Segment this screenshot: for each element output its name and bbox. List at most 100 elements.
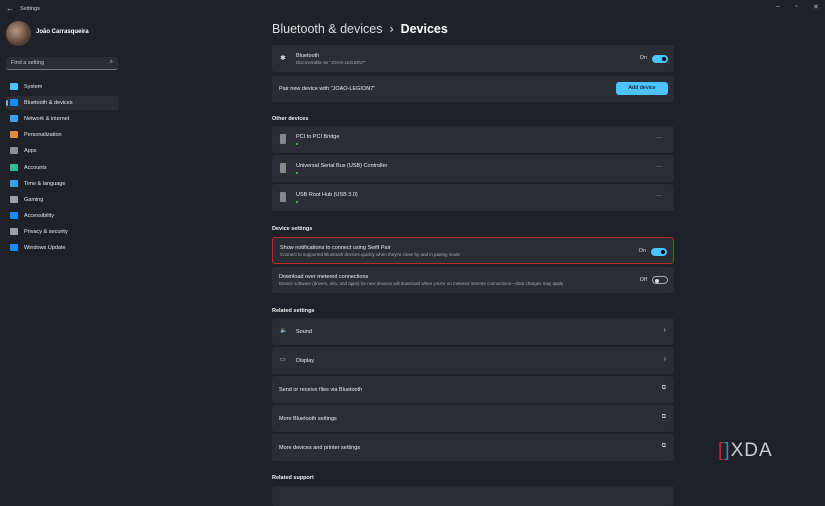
sidebar-item-time-language[interactable]: Time & language (6, 177, 119, 191)
related-label: Display (296, 358, 315, 364)
status-dot (296, 172, 298, 174)
sidebar-item-label: Network & internet (24, 116, 70, 123)
related-support-card[interactable] (272, 486, 674, 506)
monitor-icon: ▭ (280, 357, 286, 363)
sidebar-item-icon (10, 131, 18, 139)
add-device-button[interactable]: Add device (616, 82, 668, 95)
user-name: João Carrasqueira (36, 29, 89, 35)
search-input[interactable]: Find a setting ⌕ (6, 57, 118, 70)
device-row[interactable]: USB Root Hub (USB 3.0) ··· (272, 184, 674, 211)
app-title: Settings (20, 6, 40, 12)
maximize-icon[interactable]: ▫ (795, 3, 797, 10)
sidebar-item-label: Gaming (24, 196, 44, 203)
title-bar: ← Settings – ▫ ✕ (0, 0, 825, 18)
device-name: PCI to PCI Bridge (296, 134, 340, 140)
avatar[interactable] (6, 21, 31, 46)
sidebar-item-privacy-security[interactable]: Privacy & security (6, 225, 119, 239)
swift-pair-title: Show notifications to connect using Swif… (280, 245, 391, 251)
sidebar-item-icon (10, 244, 18, 251)
sidebar-item-apps[interactable]: Apps (6, 144, 119, 158)
bluetooth-subtitle: Discoverable as "JOAO-LEGION7" (296, 60, 366, 65)
related-settings-heading: Related settings (272, 308, 315, 314)
swift-pair-toggle[interactable] (651, 248, 667, 256)
sidebar-item-label: Windows Update (24, 245, 66, 251)
metered-subtitle: Device software (drivers, info, and apps… (279, 281, 564, 286)
related-label: Sound (296, 329, 312, 335)
more-options-icon[interactable]: ··· (656, 135, 662, 141)
minimize-icon[interactable]: – (776, 3, 780, 10)
sidebar-item-accessibility[interactable]: Accessibility (6, 209, 119, 223)
metered-card: Download over metered connections Device… (272, 267, 674, 293)
sidebar-item-personalization[interactable]: Personalization (6, 128, 119, 142)
sidebar-item-label: Accounts (24, 164, 47, 171)
sidebar-item-icon (10, 227, 18, 235)
device-settings-heading: Device settings (272, 226, 313, 232)
external-link-icon: ⧉ (661, 443, 666, 449)
external-link-icon: ⧉ (661, 385, 666, 391)
sidebar-item-icon (10, 83, 18, 90)
close-icon[interactable]: ✕ (813, 3, 819, 11)
pair-card: Pair new device with "JOAO-LEGION7" Add … (272, 76, 674, 102)
sidebar-item-accounts[interactable]: Accounts (6, 161, 119, 175)
swift-pair-subtitle: Connect to supported Bluetooth devices q… (280, 252, 460, 257)
sidebar-item-label: Accessibility (24, 212, 54, 219)
metered-toggle[interactable] (652, 276, 668, 284)
sidebar-item-icon (10, 115, 18, 123)
related-row[interactable]: Send or receive files via Bluetooth ⧉ (272, 376, 674, 403)
device-icon (280, 134, 286, 144)
sidebar-item-gaming[interactable]: Gaming (6, 193, 119, 207)
bluetooth-card: ✱ Bluetooth Discoverable as "JOAO-LEGION… (272, 45, 674, 72)
sidebar-item-system[interactable]: System (6, 80, 119, 94)
page-title: Devices (400, 22, 448, 36)
more-options-icon[interactable]: ··· (656, 193, 662, 199)
status-dot (296, 201, 298, 203)
sidebar-item-icon (10, 195, 18, 203)
device-name: USB Root Hub (USB 3.0) (296, 192, 358, 198)
sidebar-item-icon (10, 99, 18, 107)
device-icon (280, 192, 286, 202)
breadcrumb: Bluetooth & devices › Devices (272, 22, 448, 36)
sidebar-item-network-internet[interactable]: Network & internet (6, 112, 119, 126)
related-row[interactable]: ▭ Display › (272, 347, 674, 374)
search-placeholder: Find a setting (11, 60, 45, 66)
speaker-icon: 🔈 (280, 328, 288, 334)
pair-label: Pair new device with "JOAO-LEGION7" (279, 86, 376, 92)
bluetooth-icon: ✱ (280, 55, 286, 62)
sidebar-item-label: Personalization (24, 132, 62, 139)
related-row[interactable]: More Bluetooth settings ⧉ (272, 405, 674, 432)
device-icon (280, 163, 286, 173)
sidebar-item-windows-update[interactable]: Windows Update (6, 241, 119, 255)
chevron-right-icon: › (663, 356, 666, 363)
related-support-heading: Related support (272, 475, 314, 481)
related-label: More Bluetooth settings (279, 416, 337, 422)
status-dot (296, 143, 298, 145)
bluetooth-toggle[interactable] (652, 55, 668, 63)
sidebar-item-label: System (24, 84, 43, 90)
related-label: Send or receive files via Bluetooth (279, 387, 363, 393)
sidebar-item-label: Apps (24, 148, 37, 155)
swift-pair-card: Show notifications to connect using Swif… (272, 237, 674, 264)
device-name: Universal Serial Bus (USB) Controller (296, 163, 388, 169)
sidebar-item-icon (10, 147, 18, 155)
sidebar-item-icon (10, 163, 18, 171)
device-row[interactable]: PCI to PCI Bridge ··· (272, 126, 674, 153)
chevron-right-icon: › (663, 327, 666, 334)
sidebar-item-label: Privacy & security (24, 228, 68, 235)
sidebar-item-label: Bluetooth & devices (24, 100, 73, 107)
related-row[interactable]: 🔈 Sound › (272, 318, 674, 345)
more-options-icon[interactable]: ··· (656, 164, 662, 170)
search-icon: ⌕ (109, 59, 113, 65)
breadcrumb-parent[interactable]: Bluetooth & devices (272, 22, 383, 36)
related-row[interactable]: More devices and printer settings ⧉ (272, 434, 674, 461)
sidebar-item-icon (10, 211, 18, 219)
breadcrumb-separator: › (389, 22, 394, 36)
back-arrow-icon[interactable]: ← (6, 4, 14, 13)
xda-watermark-logo: []XDA (718, 440, 773, 461)
metered-state: Off (639, 277, 647, 283)
device-row[interactable]: Universal Serial Bus (USB) Controller ··· (272, 155, 674, 182)
sidebar-item-bluetooth-devices[interactable]: Bluetooth & devices (6, 96, 119, 111)
sidebar-item-label: Time & language (24, 180, 66, 187)
external-link-icon: ⧉ (661, 414, 666, 420)
swift-pair-state: On (638, 248, 646, 254)
other-devices-heading: Other devices (272, 116, 309, 122)
